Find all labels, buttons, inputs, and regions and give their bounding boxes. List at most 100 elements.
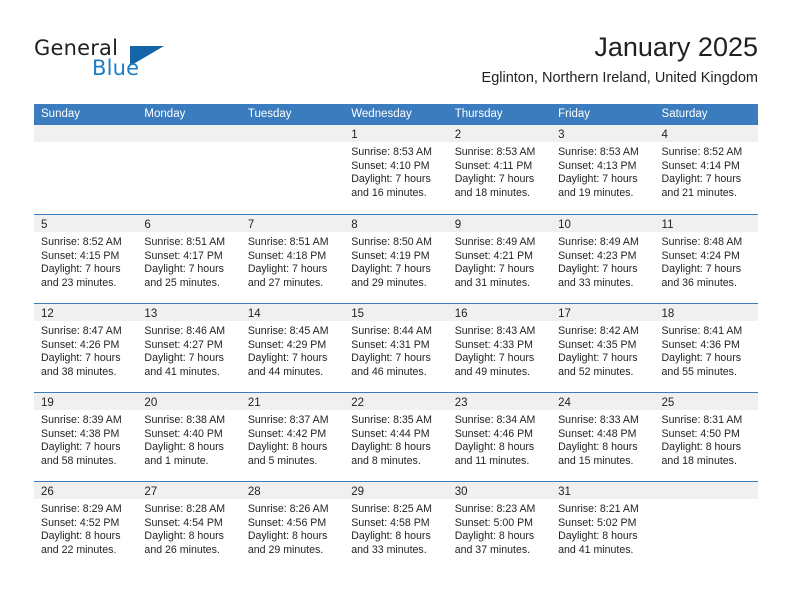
daylight-text-line2: and 15 minutes. xyxy=(558,454,634,467)
sunrise-text: Sunrise: 8:45 AM xyxy=(247,325,329,337)
daylight-text-line1: Daylight: 8 hours xyxy=(247,441,328,454)
calendar-day-cell[interactable]: 16 Sunrise: 8:43 AM Sunset: 4:33 PM Dayligh… xyxy=(447,304,552,392)
calendar-day-cell[interactable]: 18 Sunrise: 8:41 AM Sunset: 4:36 PM Dayligh… xyxy=(654,304,758,392)
sunrise-text: Sunrise: 8:43 AM xyxy=(454,325,536,337)
sunrise-text: Sunrise: 8:35 AM xyxy=(351,414,432,426)
calendar-cell-empty xyxy=(240,125,345,214)
day-number: 14 xyxy=(247,308,261,320)
weekday-header-saturday: Saturday xyxy=(661,108,708,120)
calendar-day-cell[interactable]: 30 Sunrise: 8:23 AM Sunset: 5:00 PM Dayligh… xyxy=(447,482,552,570)
calendar-day-cell[interactable]: 29 Sunrise: 8:25 AM Sunset: 4:58 PM Dayligh… xyxy=(344,482,448,570)
calendar-day-cell[interactable]: 4 Sunrise: 8:52 AM Sunset: 4:14 PM Daylight… xyxy=(654,125,758,214)
day-number-band: 9 xyxy=(447,215,552,232)
calendar-week-row: 19 Sunrise: 8:39 AM Sunset: 4:38 PM Dayligh… xyxy=(34,392,758,481)
day-number-band: 3 xyxy=(551,125,655,142)
weekday-header-row: Sunday Monday Tuesday Wednesday Thursday Frid… xyxy=(34,104,758,125)
daylight-text-line2: and 36 minutes. xyxy=(661,276,737,289)
day-details: Sunrise: 8:51 AM Sunset: 4:17 PM Daylight:… xyxy=(137,232,240,290)
brand-logo[interactable]: General Blue xyxy=(34,36,214,88)
calendar-day-cell[interactable]: 5 Sunrise: 8:52 AM Sunset: 4:15 PM Daylight… xyxy=(34,215,138,303)
daylight-text-line1: Daylight: 7 hours xyxy=(454,263,535,276)
sunset-text: Sunset: 4:50 PM xyxy=(661,427,740,440)
day-number-band: 24 xyxy=(551,393,655,410)
daylight-text-line2: and 1 minute. xyxy=(144,454,209,467)
calendar-day-cell[interactable]: 12 Sunrise: 8:47 AM Sunset: 4:26 PM Dayligh… xyxy=(34,304,138,392)
calendar-day-cell[interactable]: 3 Sunrise: 8:53 AM Sunset: 4:13 PM Daylight… xyxy=(551,125,655,214)
day-number-band: 29 xyxy=(344,482,448,499)
day-details: Sunrise: 8:52 AM Sunset: 4:14 PM Daylight:… xyxy=(655,142,758,200)
daylight-text-line1: Daylight: 7 hours xyxy=(144,263,224,276)
calendar-day-cell[interactable]: 14 Sunrise: 8:45 AM Sunset: 4:29 PM Dayligh… xyxy=(240,304,345,392)
day-details: Sunrise: 8:33 AM Sunset: 4:48 PM Daylight:… xyxy=(551,410,654,468)
daylight-text-line1: Daylight: 7 hours xyxy=(661,263,742,276)
day-number-band: 27 xyxy=(137,482,241,499)
daylight-text-line2: and 29 minutes. xyxy=(247,543,324,556)
calendar-day-cell[interactable]: 26 Sunrise: 8:29 AM Sunset: 4:52 PM Dayligh… xyxy=(34,482,138,570)
day-number-band: 13 xyxy=(137,304,241,321)
day-number: 24 xyxy=(558,397,571,409)
sunset-text: Sunset: 4:14 PM xyxy=(661,159,740,172)
sunrise-text: Sunrise: 8:34 AM xyxy=(454,414,536,426)
sunrise-text: Sunrise: 8:21 AM xyxy=(558,503,639,515)
calendar-day-cell[interactable]: 9 Sunrise: 8:49 AM Sunset: 4:21 PM Daylight… xyxy=(447,215,552,303)
day-number: 4 xyxy=(661,129,668,141)
daylight-text-line1: Daylight: 7 hours xyxy=(41,263,121,276)
day-number-band: 22 xyxy=(344,393,448,410)
calendar-day-cell[interactable]: 31 Sunrise: 8:21 AM Sunset: 5:02 PM Dayligh… xyxy=(551,482,655,570)
calendar-day-cell[interactable]: 28 Sunrise: 8:26 AM Sunset: 4:56 PM Dayligh… xyxy=(240,482,345,570)
calendar-day-cell[interactable]: 24 Sunrise: 8:33 AM Sunset: 4:48 PM Dayligh… xyxy=(551,393,655,481)
calendar-cell-empty xyxy=(137,125,241,214)
calendar-day-cell[interactable]: 25 Sunrise: 8:31 AM Sunset: 4:50 PM Dayligh… xyxy=(654,393,758,481)
calendar-day-cell[interactable]: 11 Sunrise: 8:48 AM Sunset: 4:24 PM Dayligh… xyxy=(654,215,758,303)
day-details: Sunrise: 8:53 AM Sunset: 4:10 PM Daylight:… xyxy=(344,142,447,200)
day-number-band xyxy=(654,482,758,499)
sunrise-text: Sunrise: 8:53 AM xyxy=(454,146,536,158)
daylight-text-line2: and 8 minutes. xyxy=(351,454,421,467)
day-number-band: 15 xyxy=(344,304,448,321)
day-number-band: 7 xyxy=(240,215,345,232)
calendar-day-cell[interactable]: 8 Sunrise: 8:50 AM Sunset: 4:19 PM Daylight… xyxy=(344,215,448,303)
calendar-day-cell[interactable]: 17 Sunrise: 8:42 AM Sunset: 4:35 PM Dayligh… xyxy=(551,304,655,392)
day-number: 16 xyxy=(454,308,468,320)
day-details: Sunrise: 8:31 AM Sunset: 4:50 PM Daylight:… xyxy=(655,410,758,468)
sunrise-text: Sunrise: 8:52 AM xyxy=(661,146,743,158)
calendar-grid: Sunday Monday Tuesday Wednesday Thursday Frid… xyxy=(34,104,758,570)
day-number-band: 12 xyxy=(34,304,138,321)
calendar-day-cell[interactable]: 1 Sunrise: 8:53 AM Sunset: 4:10 PM Daylight… xyxy=(344,125,448,214)
calendar-day-cell[interactable]: 19 Sunrise: 8:39 AM Sunset: 4:38 PM Dayligh… xyxy=(34,393,138,481)
calendar-day-cell[interactable]: 23 Sunrise: 8:34 AM Sunset: 4:46 PM Dayligh… xyxy=(447,393,552,481)
calendar-day-cell[interactable]: 15 Sunrise: 8:44 AM Sunset: 4:31 PM Dayligh… xyxy=(344,304,448,392)
day-number: 30 xyxy=(454,486,468,498)
calendar-cell-empty xyxy=(34,125,138,214)
sunrise-text: Sunrise: 8:38 AM xyxy=(144,414,226,426)
day-details: Sunrise: 8:26 AM Sunset: 4:56 PM Daylight:… xyxy=(241,499,344,557)
calendar-day-cell[interactable]: 22 Sunrise: 8:35 AM Sunset: 4:44 PM Dayligh… xyxy=(344,393,448,481)
sunset-text: Sunset: 4:46 PM xyxy=(454,427,534,440)
daylight-text-line2: and 5 minutes. xyxy=(247,454,318,467)
calendar-day-cell[interactable]: 21 Sunrise: 8:37 AM Sunset: 4:42 PM Dayligh… xyxy=(240,393,345,481)
daylight-text-line2: and 22 minutes. xyxy=(41,543,117,556)
calendar-day-cell[interactable]: 20 Sunrise: 8:38 AM Sunset: 4:40 PM Dayligh… xyxy=(137,393,241,481)
sunrise-text: Sunrise: 8:31 AM xyxy=(661,414,743,426)
daylight-text-line1: Daylight: 7 hours xyxy=(41,441,121,454)
day-number: 25 xyxy=(661,397,675,409)
sunset-text: Sunset: 4:33 PM xyxy=(454,338,534,351)
day-details: Sunrise: 8:45 AM Sunset: 4:29 PM Daylight:… xyxy=(241,321,344,379)
day-number: 12 xyxy=(41,308,54,320)
calendar-day-cell[interactable]: 2 Sunrise: 8:53 AM Sunset: 4:11 PM Daylight… xyxy=(447,125,552,214)
day-number: 23 xyxy=(454,397,468,409)
day-details: Sunrise: 8:35 AM Sunset: 4:44 PM Daylight:… xyxy=(344,410,447,468)
calendar-day-cell[interactable]: 6 Sunrise: 8:51 AM Sunset: 4:17 PM Daylight… xyxy=(137,215,241,303)
calendar-day-cell[interactable]: 27 Sunrise: 8:28 AM Sunset: 4:54 PM Dayligh… xyxy=(137,482,241,570)
daylight-text-line2: and 41 minutes. xyxy=(144,365,220,378)
weekday-header-thursday: Thursday xyxy=(454,108,503,120)
calendar-day-cell[interactable]: 7 Sunrise: 8:51 AM Sunset: 4:18 PM Daylight… xyxy=(240,215,345,303)
day-number-band: 8 xyxy=(344,215,448,232)
weekday-header-wednesday: Wednesday xyxy=(351,108,412,120)
daylight-text-line2: and 18 minutes. xyxy=(454,186,531,199)
daylight-text-line2: and 31 minutes. xyxy=(454,276,531,289)
calendar-day-cell[interactable]: 13 Sunrise: 8:46 AM Sunset: 4:27 PM Dayligh… xyxy=(137,304,241,392)
day-number-band: 1 xyxy=(344,125,448,142)
day-number-band: 31 xyxy=(551,482,655,499)
calendar-day-cell[interactable]: 10 Sunrise: 8:49 AM Sunset: 4:23 PM Dayligh… xyxy=(551,215,655,303)
